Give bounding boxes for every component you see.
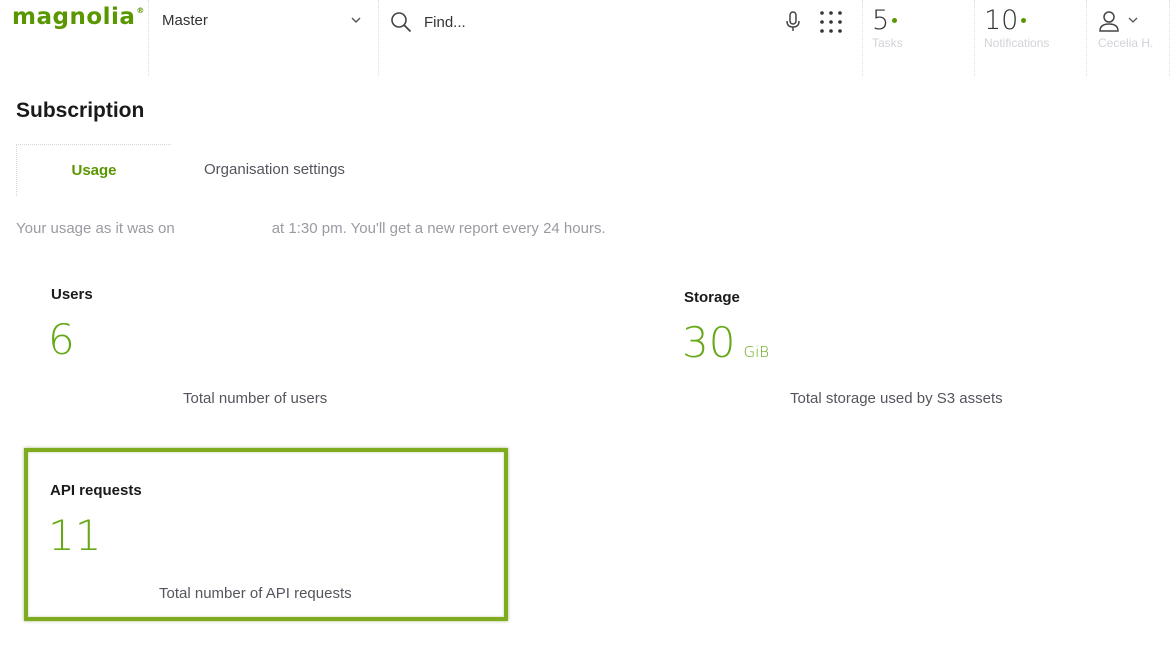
divider bbox=[974, 0, 975, 76]
users-title: Users bbox=[51, 286, 93, 303]
apps-grid-icon[interactable] bbox=[819, 10, 843, 34]
search-input[interactable] bbox=[424, 11, 724, 33]
tab-organisation-settings[interactable]: Organisation settings bbox=[204, 144, 345, 196]
environment-label: Master bbox=[162, 12, 208, 29]
chevron-down-icon bbox=[1128, 17, 1138, 23]
api-requests-description: Total number of API requests bbox=[159, 585, 352, 602]
tasks-indicator-dot bbox=[892, 18, 898, 23]
usage-report-note: Your usage as it was on at 1:30 pm. You'l… bbox=[16, 220, 606, 237]
logo-registered-mark: ® bbox=[136, 6, 145, 15]
storage-title: Storage bbox=[684, 289, 740, 306]
tasks-counter[interactable]: 5 Tasks bbox=[872, 4, 903, 50]
logo-text: magnolia bbox=[12, 4, 136, 30]
api-requests-title: API requests bbox=[50, 482, 142, 499]
notifications-indicator-dot bbox=[1021, 18, 1027, 23]
tasks-count: 5 bbox=[872, 5, 890, 36]
top-bar: magnolia® Master 5 Tasks 10 Notification… bbox=[0, 0, 1174, 76]
storage-value-group: 30 GiB bbox=[682, 318, 769, 367]
tab-usage[interactable]: Usage bbox=[16, 144, 171, 196]
storage-value: 30 bbox=[682, 318, 736, 367]
divider bbox=[1169, 0, 1170, 76]
usage-note-prefix: Your usage as it was on bbox=[16, 220, 175, 237]
user-name: Cecelia H. bbox=[1098, 36, 1154, 50]
notifications-label: Notifications bbox=[984, 36, 1050, 50]
divider bbox=[1086, 0, 1087, 76]
api-requests-value: 11 bbox=[48, 511, 102, 560]
storage-description: Total storage used by S3 assets bbox=[790, 390, 1003, 407]
users-value: 6 bbox=[48, 315, 75, 364]
storage-unit: GiB bbox=[743, 343, 770, 361]
magnolia-logo[interactable]: magnolia® bbox=[12, 4, 145, 38]
user-menu[interactable]: Cecelia H. bbox=[1098, 10, 1170, 70]
api-requests-card: API requests 11 Total number of API requ… bbox=[24, 448, 508, 621]
microphone-icon[interactable] bbox=[784, 10, 802, 34]
chevron-down-icon bbox=[351, 17, 361, 23]
divider bbox=[862, 0, 863, 76]
search-icon bbox=[391, 12, 412, 33]
divider bbox=[148, 0, 149, 76]
user-icon bbox=[1099, 11, 1119, 32]
notifications-count: 10 bbox=[984, 5, 1019, 36]
tasks-label: Tasks bbox=[872, 36, 903, 50]
search-bar[interactable] bbox=[390, 10, 770, 34]
users-description: Total number of users bbox=[183, 390, 328, 407]
usage-note-suffix: at 1:30 pm. You'll get a new report ever… bbox=[271, 220, 606, 237]
page-title: Subscription bbox=[16, 99, 145, 122]
environment-selector[interactable]: Master bbox=[162, 12, 362, 32]
divider bbox=[378, 0, 379, 76]
notifications-counter[interactable]: 10 Notifications bbox=[984, 4, 1049, 50]
